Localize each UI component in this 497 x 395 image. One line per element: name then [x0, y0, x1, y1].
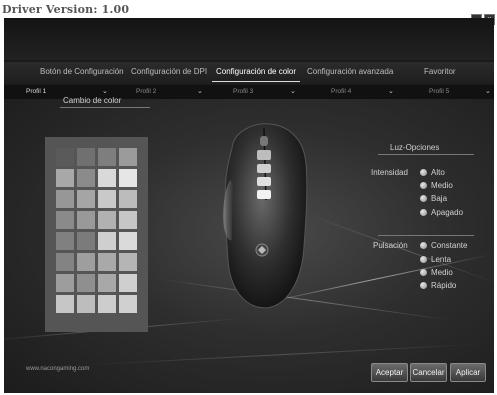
color-swatch[interactable]	[77, 274, 95, 292]
color-swatch[interactable]	[119, 253, 137, 271]
accept-button[interactable]: Aceptar	[371, 363, 408, 382]
color-swatch[interactable]	[98, 148, 116, 166]
color-swatch[interactable]	[98, 232, 116, 250]
color-change-title: Cambio de color	[63, 96, 122, 105]
color-swatch[interactable]	[119, 232, 137, 250]
profile-5-dropdown[interactable]: Profil 5 ⌄	[429, 85, 494, 99]
pulse-label: Pulsación	[373, 241, 408, 250]
color-swatch[interactable]	[119, 169, 137, 187]
apply-button[interactable]: Aplicar	[450, 363, 486, 382]
profile-4-dropdown[interactable]: Profil 4 ⌄	[331, 85, 409, 99]
radio-icon[interactable]	[420, 169, 427, 176]
color-swatch[interactable]	[77, 295, 95, 313]
color-swatch[interactable]	[119, 295, 137, 313]
light-options-divider	[378, 154, 474, 155]
profile-2-dropdown[interactable]: Profil 2 ⌄	[136, 85, 214, 99]
radio-icon[interactable]	[420, 182, 427, 189]
color-swatch[interactable]	[98, 253, 116, 271]
color-swatch[interactable]	[77, 148, 95, 166]
color-swatch[interactable]	[98, 211, 116, 229]
pulse-option-constante[interactable]: Constante	[431, 241, 467, 250]
profile-1-label: Profil 1	[26, 88, 47, 95]
radio-icon[interactable]	[420, 242, 427, 249]
color-swatch[interactable]	[56, 169, 74, 187]
color-palette	[45, 137, 148, 332]
title-bar: Driver Version: 1.00 – x	[0, 0, 497, 25]
intensity-option-medio[interactable]: Medio	[431, 181, 453, 190]
chevron-down-icon: ⌄	[290, 88, 296, 95]
color-swatch[interactable]	[119, 211, 137, 229]
profile-4-label: Profil 4	[331, 88, 352, 95]
radio-icon[interactable]	[420, 269, 427, 276]
color-swatch[interactable]	[56, 190, 74, 208]
color-swatch[interactable]	[56, 211, 74, 229]
chevron-down-icon: ⌄	[197, 88, 203, 95]
color-swatch[interactable]	[77, 211, 95, 229]
tab-favorites[interactable]: Favoritor	[424, 67, 456, 76]
tab-advanced-config[interactable]: Configuración avanzada	[307, 67, 393, 76]
color-swatch[interactable]	[56, 253, 74, 271]
pulse-option-rapido[interactable]: Rápido	[431, 281, 456, 290]
pulse-option-medio[interactable]: Medio	[431, 268, 453, 277]
color-swatch[interactable]	[56, 274, 74, 292]
color-swatch[interactable]	[98, 169, 116, 187]
chevron-down-icon: ⌄	[485, 88, 491, 95]
color-swatch[interactable]	[98, 295, 116, 313]
profile-2-label: Profil 2	[136, 88, 157, 95]
color-change-divider	[60, 107, 150, 108]
color-swatch[interactable]	[77, 169, 95, 187]
intensity-label: Intensidad	[371, 168, 408, 177]
profile-3-label: Profil 3	[233, 88, 254, 95]
profile-5-label: Profil 5	[429, 88, 450, 95]
window-title: Driver Version: 1.00	[2, 3, 130, 16]
mouse-icon	[223, 123, 308, 309]
tab-dpi-config[interactable]: Configuración de DPI	[131, 67, 207, 76]
color-swatch[interactable]	[119, 190, 137, 208]
color-swatch[interactable]	[98, 274, 116, 292]
color-swatch[interactable]	[77, 232, 95, 250]
mouse-image	[210, 120, 318, 310]
tab-button-config[interactable]: Botón de Configuración	[40, 67, 124, 76]
color-swatch[interactable]	[119, 274, 137, 292]
color-swatch[interactable]	[56, 295, 74, 313]
light-options-title: Luz-Opciones	[390, 143, 440, 152]
intensity-option-apagado[interactable]: Apagado	[431, 208, 463, 217]
tab-color-config[interactable]: Configuración de color	[216, 67, 296, 76]
intensity-option-alto[interactable]: Alto	[431, 168, 445, 177]
color-swatch[interactable]	[56, 232, 74, 250]
intensity-option-baja[interactable]: Baja	[431, 194, 447, 203]
color-swatch[interactable]	[77, 190, 95, 208]
pulse-option-lenta[interactable]: Lenta	[431, 255, 451, 264]
chevron-down-icon: ⌄	[388, 88, 394, 95]
color-swatch[interactable]	[56, 148, 74, 166]
color-swatch[interactable]	[98, 190, 116, 208]
radio-icon[interactable]	[420, 195, 427, 202]
color-swatch[interactable]	[77, 253, 95, 271]
cancel-button[interactable]: Cancelar	[410, 363, 447, 382]
color-swatch[interactable]	[119, 148, 137, 166]
pulse-divider	[378, 235, 474, 236]
profile-3-dropdown[interactable]: Profil 3 ⌄	[233, 85, 311, 99]
website-link[interactable]: www.nacongaming.com	[26, 366, 89, 372]
radio-icon[interactable]	[420, 256, 427, 263]
active-tab-indicator	[212, 81, 300, 82]
radio-icon[interactable]	[420, 209, 427, 216]
app-header	[4, 18, 494, 60]
radio-icon[interactable]	[420, 282, 427, 289]
